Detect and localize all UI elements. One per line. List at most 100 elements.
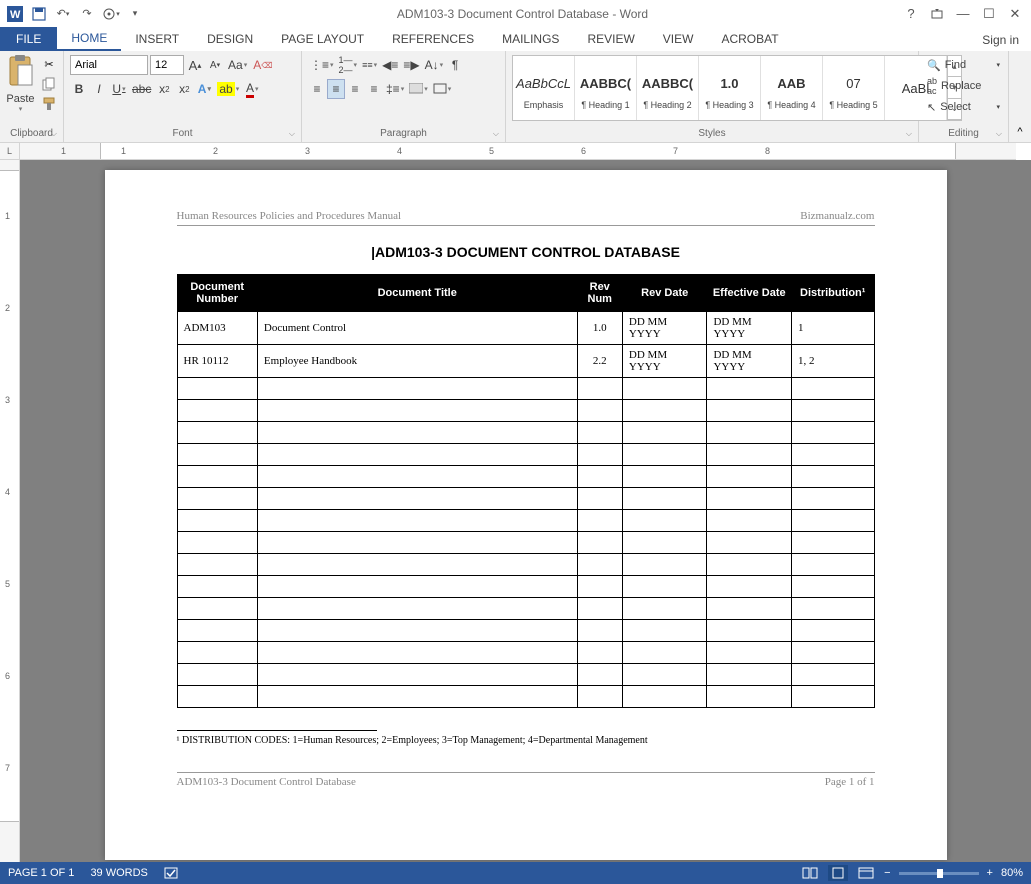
maximize-icon[interactable]: ☐ <box>977 4 1001 24</box>
table-row[interactable] <box>177 686 874 708</box>
zoom-slider[interactable] <box>899 872 979 875</box>
paste-button[interactable]: Paste ▾ <box>4 53 37 113</box>
align-center-icon[interactable]: ≡ <box>327 79 345 99</box>
header-right: Bizmanualz.com <box>800 210 874 222</box>
table-row[interactable] <box>177 400 874 422</box>
align-left-icon[interactable]: ≡ <box>308 79 326 99</box>
style-item[interactable]: 1.0¶ Heading 3 <box>699 56 761 120</box>
word-icon[interactable]: W <box>4 3 26 25</box>
save-icon[interactable] <box>28 3 50 25</box>
status-proofing-icon[interactable] <box>164 866 180 880</box>
format-painter-icon[interactable] <box>39 95 59 113</box>
zoom-out-icon[interactable]: − <box>884 867 890 879</box>
qat-customize-icon[interactable]: ▾ <box>124 3 146 25</box>
borders-icon[interactable] <box>431 79 454 99</box>
table-row[interactable] <box>177 444 874 466</box>
superscript-icon[interactable]: x2 <box>175 79 193 99</box>
minimize-icon[interactable]: — <box>951 4 975 24</box>
increase-indent-icon[interactable]: ≡▶ <box>401 55 421 75</box>
tab-view[interactable]: VIEW <box>649 27 708 51</box>
shrink-font-icon[interactable]: A▾ <box>206 55 224 75</box>
font-name-input[interactable] <box>70 55 148 75</box>
tab-references[interactable]: REFERENCES <box>378 27 488 51</box>
redo-icon[interactable]: ↷ <box>76 3 98 25</box>
close-icon[interactable]: ✕ <box>1003 4 1027 24</box>
style-item[interactable]: AABBC(¶ Heading 2 <box>637 56 699 120</box>
multilevel-icon[interactable]: ≡≡ <box>360 55 379 75</box>
show-marks-icon[interactable]: ¶ <box>446 55 464 75</box>
document-table[interactable]: Document Number Document Title Rev Num R… <box>177 274 875 708</box>
view-read-icon[interactable] <box>800 865 820 881</box>
status-words[interactable]: 39 WORDS <box>90 867 147 879</box>
view-web-icon[interactable] <box>856 865 876 881</box>
table-row[interactable] <box>177 576 874 598</box>
table-row[interactable] <box>177 488 874 510</box>
sort-icon[interactable]: A↓ <box>423 55 446 75</box>
zoom-in-icon[interactable]: + <box>987 867 993 879</box>
cut-icon[interactable]: ✂ <box>39 55 59 73</box>
font-size-input[interactable] <box>150 55 184 75</box>
copy-icon[interactable] <box>39 75 59 93</box>
tab-page-layout[interactable]: PAGE LAYOUT <box>267 27 378 51</box>
styles-gallery[interactable]: AaBbCcLEmphasisAABBC(¶ Heading 1AABBC(¶ … <box>512 55 962 121</box>
style-item[interactable]: AAB¶ Heading 4 <box>761 56 823 120</box>
table-row[interactable] <box>177 554 874 576</box>
decrease-indent-icon[interactable]: ◀≡ <box>380 55 400 75</box>
style-item[interactable]: 07¶ Heading 5 <box>823 56 885 120</box>
horizontal-ruler[interactable]: 112345678 <box>20 143 1016 160</box>
clear-format-icon[interactable]: A⌫ <box>251 55 274 75</box>
vertical-ruler[interactable]: 1234567 <box>0 160 20 862</box>
table-row[interactable] <box>177 642 874 664</box>
replace-button[interactable]: abacReplace <box>923 76 1004 96</box>
subscript-icon[interactable]: x2 <box>155 79 173 99</box>
zoom-level[interactable]: 80% <box>1001 867 1023 879</box>
table-row[interactable]: HR 10112Employee Handbook2.2DD MM YYYYDD… <box>177 345 874 378</box>
table-row[interactable] <box>177 620 874 642</box>
font-color-icon[interactable]: A <box>243 79 261 99</box>
sign-in-link[interactable]: Sign in <box>970 29 1031 51</box>
bullets-icon[interactable]: ⋮≡ <box>308 55 336 75</box>
table-row[interactable] <box>177 422 874 444</box>
ribbon-options-icon[interactable] <box>925 4 949 24</box>
header-left: Human Resources Policies and Procedures … <box>177 210 402 222</box>
select-button[interactable]: ↖Select▾ <box>923 97 1004 117</box>
strikethrough-icon[interactable]: abc <box>130 79 153 99</box>
status-page[interactable]: PAGE 1 OF 1 <box>8 867 74 879</box>
table-row[interactable] <box>177 532 874 554</box>
change-case-icon[interactable]: Aa <box>226 55 249 75</box>
view-print-icon[interactable] <box>828 865 848 881</box>
text-effects-icon[interactable]: A <box>195 79 213 99</box>
justify-icon[interactable]: ≡ <box>365 79 383 99</box>
underline-icon[interactable]: U <box>110 79 128 99</box>
tab-acrobat[interactable]: ACROBAT <box>707 27 792 51</box>
table-row[interactable] <box>177 510 874 532</box>
tab-mailings[interactable]: MAILINGS <box>488 27 573 51</box>
file-tab[interactable]: FILE <box>0 27 57 51</box>
find-button[interactable]: 🔍Find▾ <box>923 55 1004 75</box>
table-row[interactable] <box>177 378 874 400</box>
table-row[interactable] <box>177 466 874 488</box>
italic-icon[interactable]: I <box>90 79 108 99</box>
style-item[interactable]: AaBbCcLEmphasis <box>513 56 575 120</box>
grow-font-icon[interactable]: A▴ <box>186 55 204 75</box>
highlight-icon[interactable]: ab <box>215 79 241 99</box>
document-page[interactable]: Human Resources Policies and Procedures … <box>105 170 947 860</box>
tab-review[interactable]: REVIEW <box>573 27 648 51</box>
document-area[interactable]: Human Resources Policies and Procedures … <box>20 160 1031 862</box>
table-row[interactable]: ADM103Document Control1.0DD MM YYYYDD MM… <box>177 312 874 345</box>
style-item[interactable]: AABBC(¶ Heading 1 <box>575 56 637 120</box>
shading-icon[interactable] <box>407 79 430 99</box>
tab-home[interactable]: HOME <box>57 27 121 51</box>
numbering-icon[interactable]: 1—2— <box>337 55 360 75</box>
table-row[interactable] <box>177 598 874 620</box>
tab-design[interactable]: DESIGN <box>193 27 267 51</box>
line-spacing-icon[interactable]: ‡≡ <box>384 79 406 99</box>
help-icon[interactable]: ? <box>899 4 923 24</box>
tab-insert[interactable]: INSERT <box>121 27 193 51</box>
table-row[interactable] <box>177 664 874 686</box>
bold-icon[interactable]: B <box>70 79 88 99</box>
touch-mode-icon[interactable]: ▾ <box>100 3 122 25</box>
undo-icon[interactable]: ↶▾ <box>52 3 74 25</box>
align-right-icon[interactable]: ≡ <box>346 79 364 99</box>
collapse-ribbon-icon[interactable]: ^ <box>1009 51 1031 142</box>
